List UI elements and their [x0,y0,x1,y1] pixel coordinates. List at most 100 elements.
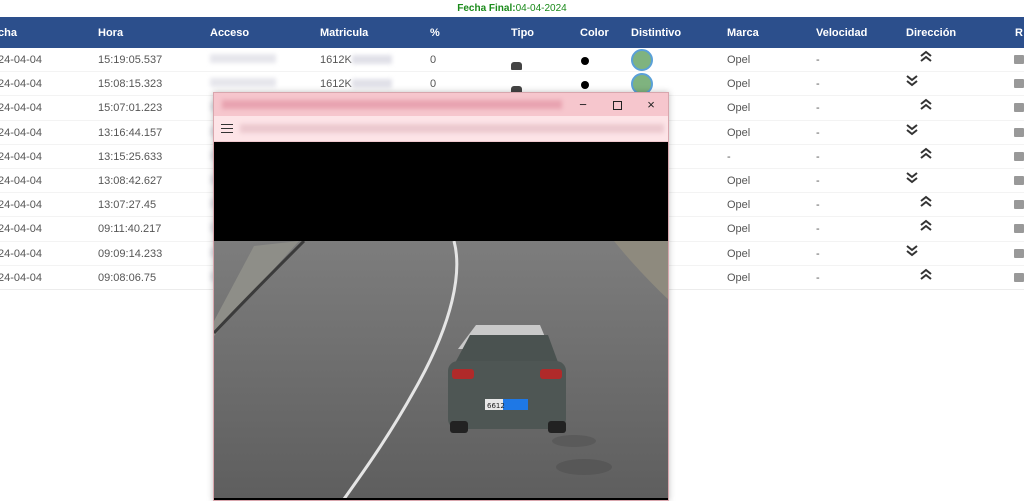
col-color[interactable]: Color [580,27,609,39]
cell-fecha: 24-04-04 [0,150,43,163]
cell-fecha: 24-04-04 [0,247,43,260]
cell-velocidad: - [816,102,820,115]
redacted-plate [352,79,392,89]
cell-marca: Opel [727,102,751,115]
cell-marca: Opel [727,174,751,187]
eco-label-icon [631,49,653,71]
camera-icon[interactable] [1014,248,1024,258]
col-percent[interactable]: % [430,27,440,39]
cell-fecha: 24-04-04 [0,78,43,91]
cell-percent: 0 [430,78,437,91]
maximize-button[interactable] [600,93,634,116]
chevron-up-icon [919,268,933,285]
camera-icon[interactable] [1014,151,1024,161]
cell-fecha: 24-04-04 [0,199,43,212]
cell-hora: 13:07:27.45 [98,199,157,212]
col-hora[interactable]: Hora [98,27,123,39]
maximize-icon [612,101,622,111]
table-row[interactable]: 24-04-04 15:19:05.537 1612K 0 Opel - [0,48,1024,73]
cell-marca: Opel [727,78,751,91]
cell-fecha: 24-04-04 [0,102,43,115]
popup-titlebar[interactable]: − × [214,93,668,116]
col-fecha[interactable]: cha [0,27,17,39]
image-popup-window[interactable]: − × 6612 [213,92,669,501]
redacted-plate [352,55,392,64]
plate-text: 6612 [487,402,505,410]
road-svg: 6612 [214,239,668,500]
cell-matricula: 1612K [320,54,352,66]
cell-hora: 09:11:40.217 [98,223,162,236]
cell-velocidad: - [816,271,820,284]
col-matricula[interactable]: Matricula [320,27,368,39]
chevron-down-icon [905,171,919,188]
cell-hora: 13:16:44.157 [98,126,163,139]
cell-fecha: 24-04-04 [0,223,43,236]
camera-icon[interactable] [1014,175,1024,185]
camera-icon[interactable] [1014,200,1024,210]
camera-icon[interactable] [1014,79,1024,89]
cell-hora: 09:08:06.75 [98,271,157,284]
cell-marca: - [727,150,731,163]
camera-icon[interactable] [1014,55,1024,64]
cell-velocidad: - [816,78,820,91]
color-dot-icon [581,57,589,65]
cell-velocidad: - [816,150,820,163]
chevron-down-icon [905,74,919,91]
cell-velocidad: - [816,126,820,139]
cell-hora: 09:09:14.233 [98,247,163,260]
table-header: cha Hora Acceso Matricula % Tipo Color D… [0,17,1024,48]
col-acceso[interactable]: Acceso [210,27,249,39]
chevron-up-icon [919,219,933,236]
chevron-down-icon [905,244,919,261]
cell-hora: 15:08:15.323 [98,78,163,91]
redacted-acceso [210,78,276,88]
cell-marca: Opel [727,223,751,236]
redacted-acceso [210,54,276,63]
lane-line [342,240,459,500]
camera-icon[interactable] [1014,103,1024,113]
cell-hora: 15:07:01.223 [98,102,163,115]
redacted-url[interactable] [240,124,664,133]
cell-matricula: 1612K [320,78,352,91]
col-distintivo[interactable]: Distintivo [631,27,681,39]
cell-fecha: 24-04-04 [0,54,43,66]
cell-velocidad: - [816,223,820,236]
cell-velocidad: - [816,247,820,260]
chevron-up-icon [919,98,933,115]
close-button[interactable]: × [634,93,668,116]
cell-fecha: 24-04-04 [0,174,43,187]
road-patch [552,435,596,447]
col-velocidad[interactable]: Velocidad [816,27,867,39]
color-dot-icon [581,81,589,90]
site-settings-icon[interactable] [221,124,233,134]
capture-image: 6612 [214,142,668,500]
road-patch-2 [556,459,612,475]
col-direccion[interactable]: Dirección [906,27,956,39]
chevron-up-icon [919,50,933,67]
cell-percent: 0 [430,54,437,66]
col-tipo[interactable]: Tipo [511,27,534,39]
col-r[interactable]: R [1015,27,1023,39]
car: 6612 [448,325,566,433]
camera-icon[interactable] [1014,224,1024,234]
cell-velocidad: - [816,174,820,187]
camera-icon[interactable] [1014,272,1024,282]
minimize-button[interactable]: − [566,93,600,116]
camera-icon[interactable] [1014,127,1024,137]
right-shoulder [614,241,668,300]
cell-hora: 15:19:05.537 [98,54,163,66]
road-scene: 6612 [214,239,668,500]
date-filter: Fecha Final:04-04-2024 [0,0,1024,17]
cell-velocidad: - [816,199,820,212]
filter-label: Fecha Final: [457,3,516,14]
chevron-down-icon [905,123,919,140]
cell-marca: Opel [727,54,751,66]
filter-value: 04-04-2024 [515,3,567,14]
cell-hora: 13:08:42.627 [98,174,163,187]
cell-marca: Opel [727,271,751,284]
cell-marca: Opel [727,247,751,260]
redacted-title [222,100,562,109]
col-marca[interactable]: Marca [727,27,759,39]
popup-address-bar [214,116,668,142]
cell-hora: 13:15:25.633 [98,150,163,163]
